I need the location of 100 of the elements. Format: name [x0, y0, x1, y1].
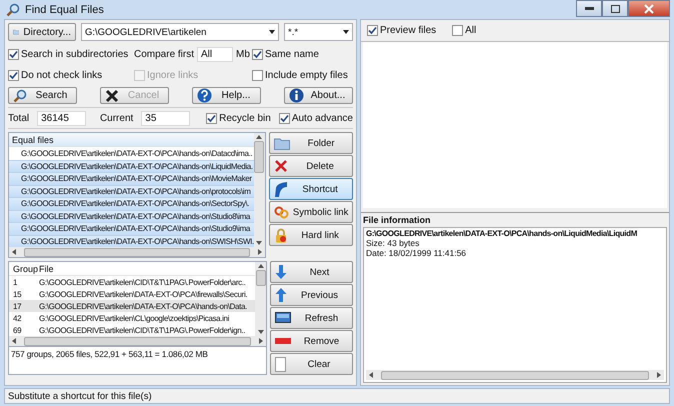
checkbox-label: Ignore links [147, 70, 198, 81]
up-arrow-icon[interactable] [258, 264, 264, 268]
monitor-icon [275, 312, 291, 324]
scrollbar-thumb[interactable] [254, 141, 264, 173]
file-list-item[interactable]: G:\GOOGLEDRIVE\artikelen\DATA-EXT-O\PCA\hands-on\LiquidMedia. [9, 160, 254, 172]
file-path: G:\GOOGLEDRIVE\artikelen\CID\T&T\1PAG\.PowerFolder\arc.. [39, 278, 246, 286]
group-row[interactable]: 1 G:\GOOGLEDRIVE\artikelen\CID\T&T\1PAG\.PowerFolder\arc.. [9, 276, 255, 288]
checkbox-label: All [465, 25, 476, 36]
magnifier-icon [6, 2, 20, 16]
cross-icon [274, 159, 288, 173]
file-list-item[interactable]: G:\GOOGLEDRIVE\artikelen\DATA-EXT-O\PCA\hands-on\Studio9\ima [9, 222, 254, 234]
close-icon [644, 4, 654, 14]
file-list-item[interactable]: G:\GOOGLEDRIVE\artikelen\DATA-EXT-O\PCA\hands-on\SWISH\SWI. [9, 234, 254, 247]
group-row[interactable]: 69 G:\GOOGLEDRIVE\artikelen\CID\T&T\1PAG\.PowerFolder\ign.. [9, 324, 255, 336]
action-button[interactable]: Delete [268, 155, 354, 177]
scrollbar-thumb[interactable] [24, 248, 250, 256]
checkbox[interactable] [252, 70, 263, 81]
vertical-scrollbar[interactable] [254, 133, 265, 247]
checkbox-label: Preview files [380, 25, 436, 36]
horizontal-scrollbar[interactable] [9, 336, 266, 346]
right-arrow-icon[interactable] [657, 372, 661, 378]
shortcut-arrow-icon [274, 181, 288, 197]
file-info-title: File information [362, 214, 432, 227]
group-row[interactable]: 17 G:\GOOGLEDRIVE\artikelen\DATA-EXT-O\PCA\hands-on\Data. [9, 300, 255, 312]
column-header[interactable]: Equal files [9, 133, 254, 147]
right-arrow-icon[interactable] [259, 338, 263, 344]
checkbox-label: Search in subdirectories [21, 49, 128, 60]
file-path: G:\GOOGLEDRIVE\artikelen\DATA-EXT-O\PCA\firewalls\Securi. [39, 290, 248, 298]
compare-first-field[interactable]: All [197, 47, 234, 62]
checkbox-label: Recycle bin [219, 113, 271, 124]
action-button[interactable]: Clear [270, 353, 353, 375]
file-path: G:\GOOGLEDRIVE\artikelen\CL\google\zoektips\Picasa.ini [39, 314, 230, 322]
status-bar: Substitute a shortcut for this file(s) [4, 388, 670, 404]
close-button[interactable] [628, 0, 670, 17]
folder-icon [274, 136, 290, 150]
lock-icon [274, 228, 288, 242]
file-list-item[interactable]: G:\GOOGLEDRIVE\artikelen\DATA-EXT-O\PCA\hands-on\Studio8\ima [9, 210, 254, 222]
scrollbar-thumb[interactable] [256, 270, 266, 286]
group-row[interactable]: 15 G:\GOOGLEDRIVE\artikelen\DATA-EXT-O\PCA\firewalls\Securi. [9, 288, 255, 300]
right-arrow-icon[interactable] [258, 249, 262, 255]
file-list-item[interactable]: G:\GOOGLEDRIVE\artikelen\DATA-EXT-O\PCA\hands-on\Datacd\ima.. [9, 147, 254, 160]
checkbox[interactable] [452, 25, 464, 36]
checkbox[interactable] [206, 113, 218, 124]
file-info-size: Size: 43 bytes [366, 238, 420, 248]
checkbox[interactable] [252, 49, 263, 60]
left-arrow-icon[interactable] [369, 372, 373, 378]
action-button[interactable]: Search [8, 87, 77, 104]
action-button[interactable]: Refresh [270, 307, 353, 329]
action-button[interactable]: About... [284, 87, 353, 104]
group-row[interactable]: 42 G:\GOOGLEDRIVE\artikelen\CL\google\zoektips\Picasa.ini [9, 312, 255, 324]
file-list-item[interactable]: G:\GOOGLEDRIVE\artikelen\DATA-EXT-O\PCA\hands-on\SectorSpy\. [9, 197, 254, 210]
file-list-item[interactable]: G:\GOOGLEDRIVE\artikelen\DATA-EXT-O\PCA\hands-on\protocols\im [9, 184, 254, 197]
checkbox[interactable] [278, 113, 290, 124]
group-number: 15 [12, 290, 22, 298]
down-arrow-icon[interactable] [256, 241, 262, 245]
total-field[interactable]: 36145 [37, 111, 86, 126]
down-arrow-icon [275, 265, 287, 279]
action-button[interactable]: Folder [268, 132, 354, 154]
minimize-icon [584, 7, 594, 10]
left-arrow-icon[interactable] [12, 338, 16, 344]
file-list-item[interactable]: G:\GOOGLEDRIVE\artikelen\DATA-EXT-O\PCA\hands-on\MovieMaker [9, 172, 254, 184]
checkbox-label: Same name [265, 49, 319, 60]
action-button[interactable]: Help... [192, 87, 261, 104]
checkbox[interactable] [8, 49, 19, 60]
file-mask-combobox[interactable]: *.* [288, 26, 298, 38]
checkbox[interactable] [8, 70, 19, 81]
cross-icon [105, 88, 119, 102]
vertical-scrollbar[interactable] [255, 262, 266, 336]
action-button[interactable]: Symbolic link [268, 201, 354, 223]
action-button[interactable]: Previous [270, 284, 353, 306]
dropdown-caret-icon[interactable] [343, 30, 349, 34]
column-header[interactable]: File [39, 264, 54, 274]
search-icon [13, 88, 27, 102]
action-button[interactable]: Remove [270, 330, 353, 352]
minimize-button[interactable] [576, 0, 602, 17]
action-button[interactable]: Next [270, 261, 353, 283]
file-info-path: G:\GOOGLEDRIVE\artikelen\DATA-EXT-O\PCA\hands-on\LiquidMedia\LiquidM [366, 229, 638, 238]
current-field[interactable]: 35 [141, 111, 190, 126]
link-icon [274, 204, 289, 220]
horizontal-scrollbar[interactable] [366, 370, 664, 380]
horizontal-scrollbar[interactable] [9, 247, 265, 257]
group-number: 42 [12, 314, 22, 322]
scrollbar-thumb[interactable] [381, 370, 649, 380]
maximize-button[interactable] [602, 0, 628, 17]
total-label: Total [8, 113, 30, 124]
up-arrow-icon [275, 288, 287, 302]
checkbox-label: Do not check links [21, 70, 102, 81]
dropdown-caret-icon[interactable] [269, 30, 275, 34]
action-button[interactable]: Hard link [268, 224, 354, 246]
column-header[interactable]: Group [9, 264, 39, 274]
scrollbar-thumb[interactable] [24, 336, 251, 346]
directory-button[interactable]: Directory... [8, 23, 76, 41]
compare-first-label: Compare first [134, 49, 194, 60]
minus-icon [275, 338, 291, 344]
down-arrow-icon[interactable] [258, 330, 264, 334]
checkbox[interactable] [367, 25, 378, 36]
group-number: 17 [12, 302, 22, 310]
up-arrow-icon[interactable] [256, 135, 262, 139]
left-arrow-icon[interactable] [12, 249, 16, 255]
action-button[interactable]: Shortcut [268, 178, 354, 200]
